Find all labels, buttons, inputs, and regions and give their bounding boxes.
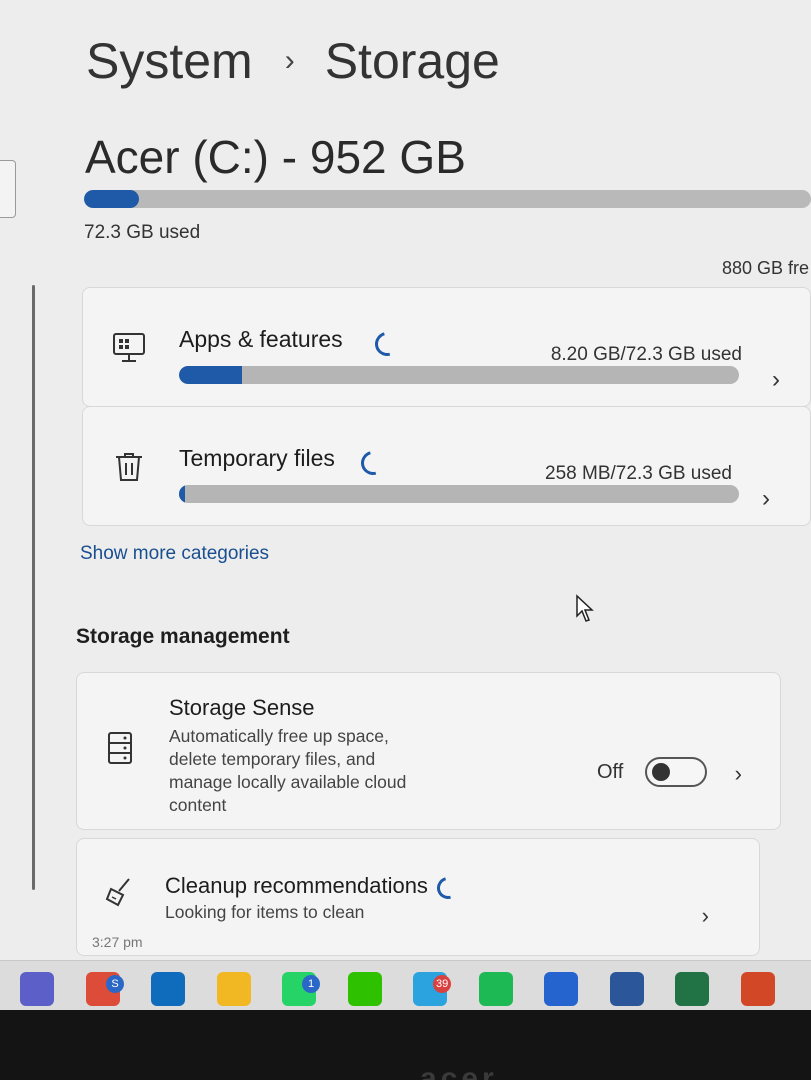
chevron-right-icon: ›	[284, 44, 295, 77]
breadcrumb-system[interactable]: System	[86, 32, 253, 90]
category-usage-bar	[179, 366, 739, 384]
drive-usage-bar	[84, 190, 811, 208]
file-explorer-icon[interactable]	[217, 972, 251, 1006]
powerpoint-icon[interactable]	[741, 972, 775, 1006]
storage-sense-toggle[interactable]	[645, 757, 707, 787]
nav-rail-edge[interactable]	[0, 160, 16, 218]
clock-fragment: 3:27 pm	[92, 934, 143, 950]
teams-icon[interactable]	[20, 972, 54, 1006]
cleanup-subtitle: Looking for items to clean	[165, 902, 365, 922]
breadcrumb: System › Storage	[86, 32, 500, 90]
excel-icon[interactable]	[675, 972, 709, 1006]
drive-used-label: 72.3 GB used	[84, 222, 201, 243]
chevron-right-icon: ›	[701, 903, 709, 928]
loading-spinner-icon	[432, 872, 464, 904]
storage-management-heading: Storage management	[76, 625, 290, 648]
drive-title: Acer (C:) - 952 GB	[85, 131, 466, 183]
mouse-cursor-icon	[576, 594, 594, 622]
drive-free-label: 880 GB fre	[722, 258, 810, 278]
loading-spinner-icon	[370, 327, 404, 361]
toggle-knob	[652, 763, 670, 781]
chevron-right-icon: ›	[762, 485, 770, 512]
category-usage-fill	[179, 485, 185, 503]
storage-sense-toggle-state: Off	[597, 761, 624, 783]
category-amount: 8.20 GB/72.3 GB used	[550, 344, 742, 365]
word-icon[interactable]	[610, 972, 644, 1006]
laptop-bezel: acer	[0, 1010, 811, 1080]
category-usage-bar	[179, 485, 739, 503]
storage-sense-card[interactable]: Storage Sense Automatically free up spac…	[76, 672, 781, 830]
category-temporary-files[interactable]: Temporary files 258 MB/72.3 GB used ›	[82, 406, 811, 526]
chevron-right-icon: ›	[772, 366, 780, 393]
notification-badge: 1	[302, 975, 320, 993]
drive-usage-fill	[84, 190, 140, 208]
category-usage-fill	[179, 366, 243, 384]
settings-window: System › Storage Acer (C:) - 952 GB 72.3…	[0, 0, 811, 960]
storage-sense-icon	[108, 732, 132, 764]
spotify-icon[interactable]	[479, 972, 513, 1006]
scrollbar[interactable]	[32, 285, 35, 890]
broom-icon	[105, 878, 130, 907]
wechat-icon[interactable]	[348, 972, 382, 1006]
storage-sense-title: Storage Sense	[169, 695, 315, 720]
show-more-categories-link[interactable]: Show more categories	[80, 543, 269, 565]
storage-sense-description: Automatically free up space, delete temp…	[169, 726, 407, 815]
category-label: Apps & features	[179, 326, 343, 352]
category-amount: 258 MB/72.3 GB used	[545, 463, 732, 484]
chevron-right-icon: ›	[734, 761, 742, 786]
notification-badge: S	[106, 975, 124, 993]
loading-spinner-icon	[356, 446, 390, 480]
breadcrumb-storage: Storage	[324, 33, 500, 89]
apps-icon	[113, 333, 145, 362]
category-apps-features[interactable]: Apps & features 8.20 GB/72.3 GB used ›	[82, 287, 811, 407]
cleanup-title: Cleanup recommendations	[165, 873, 428, 898]
trash-icon	[116, 453, 142, 481]
category-label: Temporary files	[179, 445, 335, 471]
outlook-icon[interactable]	[151, 972, 185, 1006]
todo-icon[interactable]	[544, 972, 578, 1006]
bezel-logo: acer	[420, 1062, 498, 1080]
cleanup-recommendations-card[interactable]: Cleanup recommendations Looking for item…	[76, 838, 760, 956]
